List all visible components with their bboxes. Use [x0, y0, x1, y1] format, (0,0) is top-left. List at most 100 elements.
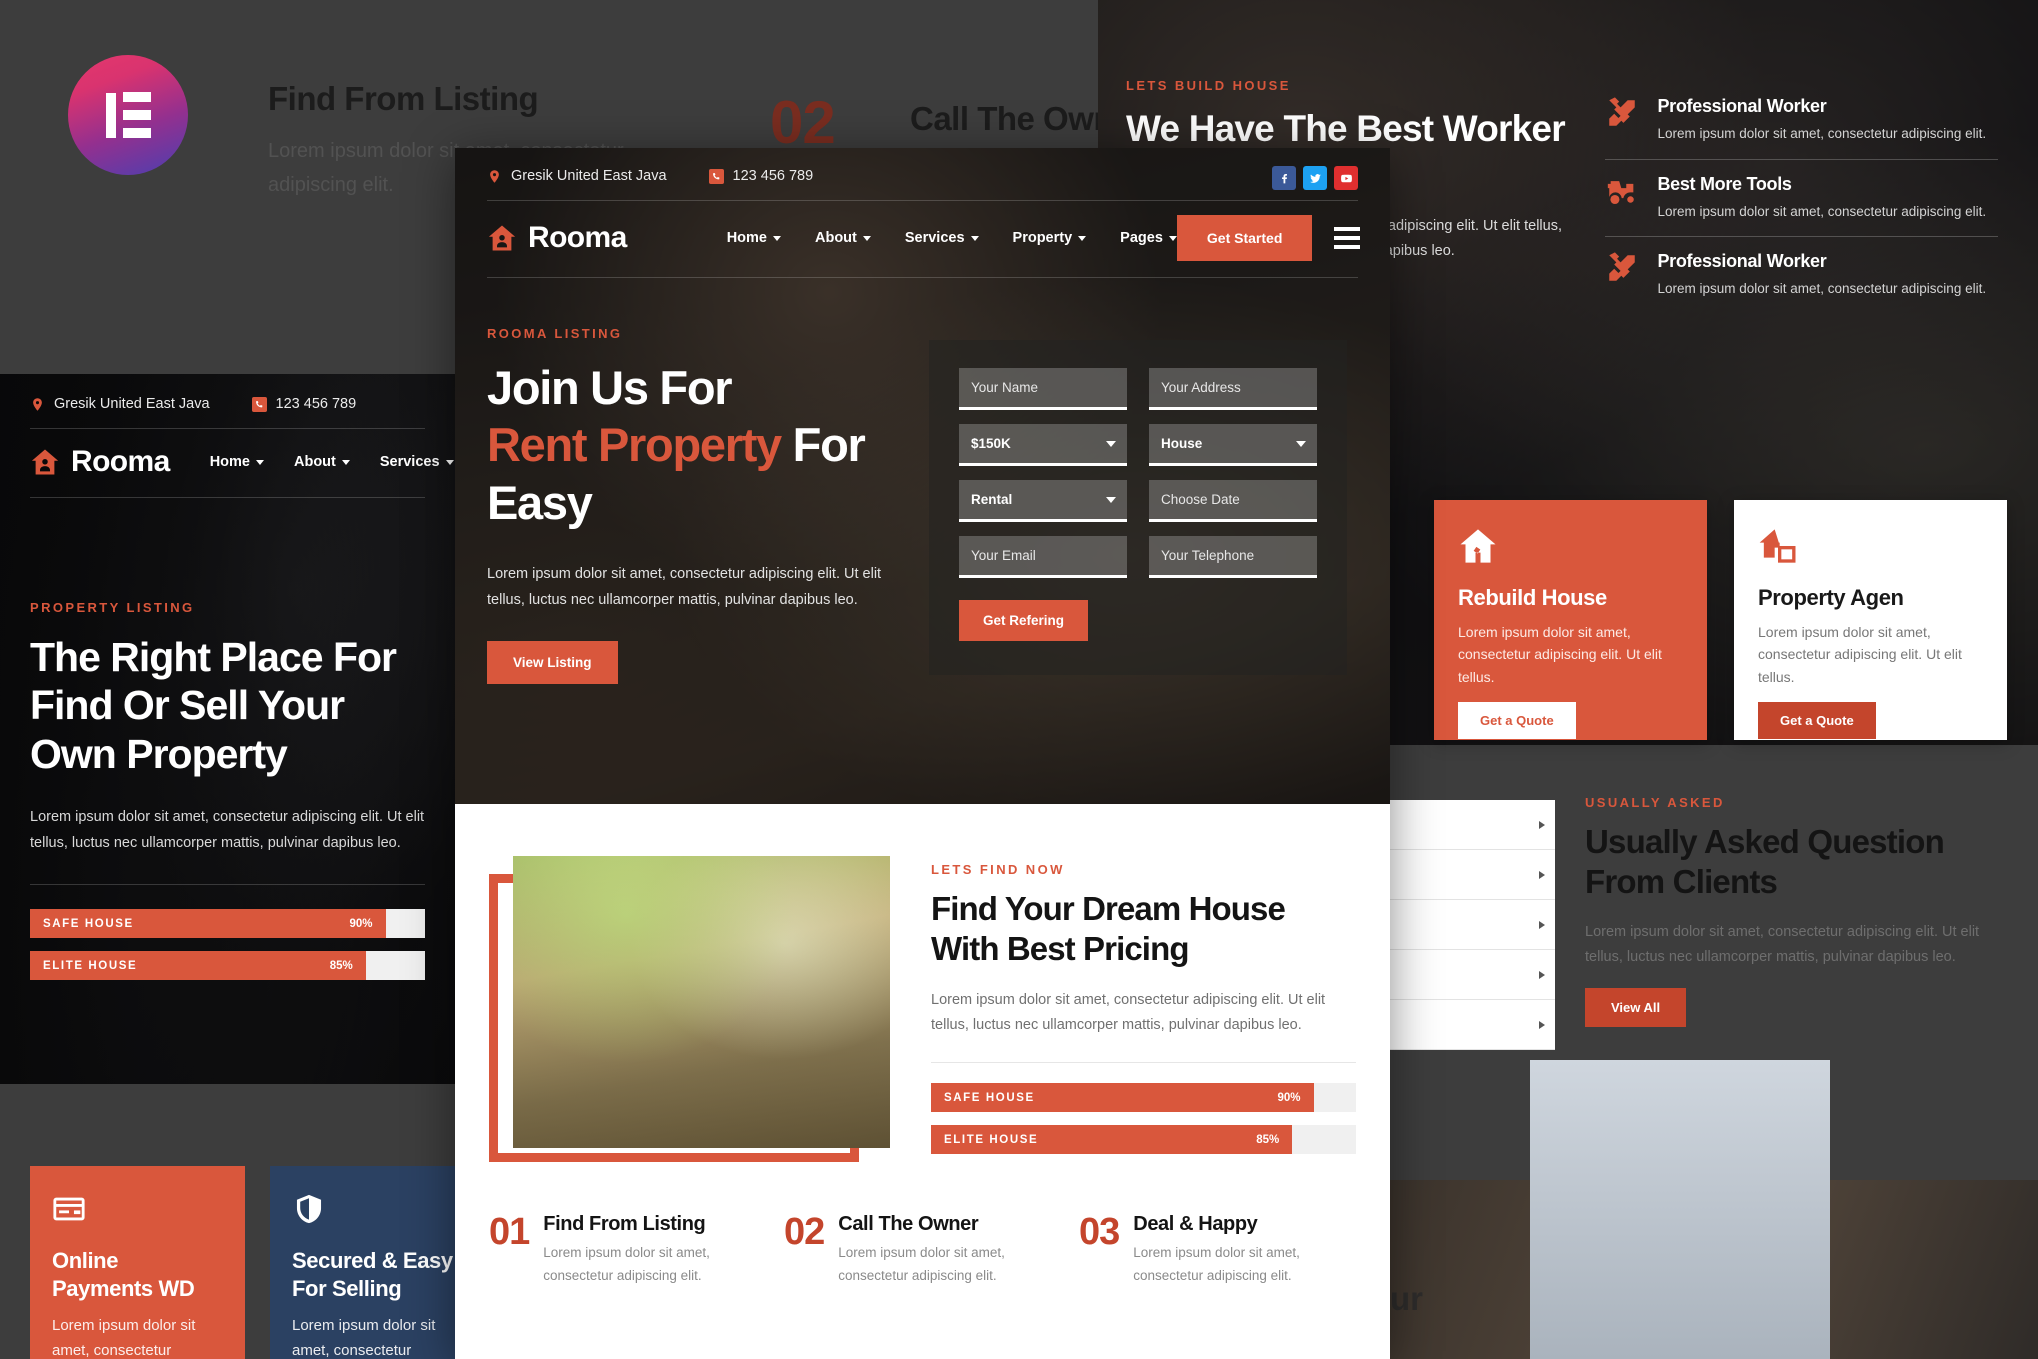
sidebar-item-services[interactable]: Services: [380, 454, 454, 470]
progress-bar-label: SAFE HOUSE: [43, 917, 134, 930]
sidebar-item-about[interactable]: About: [294, 454, 350, 470]
step-number: 03: [1079, 1211, 1120, 1254]
your-email-input[interactable]: Your Email: [959, 536, 1127, 578]
faq-row[interactable]: [1390, 800, 1555, 850]
view-all-button[interactable]: View All: [1585, 988, 1687, 1028]
form-grid: Your Name Your Address $150K House Renta…: [959, 368, 1317, 578]
quote-cards: Rebuild House Lorem ipsum dolor sit amet…: [1434, 500, 2007, 740]
center-hero-text: ROOMA LISTING Join Us For Rent Property …: [487, 326, 907, 685]
choose-date-input[interactable]: Choose Date: [1149, 480, 1317, 522]
address-item: Gresik United East Java: [487, 168, 667, 184]
property-type-select[interactable]: House: [1149, 424, 1317, 466]
twitter-icon[interactable]: [1303, 166, 1327, 190]
phone-icon: [251, 396, 267, 412]
progress-bar-fill: ELITE HOUSE 85%: [931, 1125, 1293, 1155]
tab-property[interactable]: Property: [1013, 230, 1087, 246]
faq-row[interactable]: [1390, 1000, 1555, 1050]
progress-bar: ELITE HOUSE 85%: [30, 951, 425, 981]
feature-body: Lorem ipsum dolor sit amet, consectetur …: [1657, 281, 1987, 297]
left-panel-content: Gresik United East Java 123 456 789 Room…: [0, 374, 455, 1015]
progress-bar-fill: SAFE HOUSE 90%: [30, 909, 386, 939]
youtube-icon[interactable]: [1334, 166, 1358, 190]
facebook-icon[interactable]: [1272, 166, 1296, 190]
nav-label: Property: [1012, 230, 1073, 246]
progress-bar-fill: ELITE HOUSE 85%: [30, 951, 366, 981]
price-select[interactable]: $150K: [959, 424, 1127, 466]
chevron-down-icon: [341, 459, 350, 465]
left-feature-cards: Online Payments WD Lorem ipsum dolor sit…: [30, 1166, 485, 1359]
get-started-button[interactable]: Get Started: [1176, 215, 1313, 261]
center-hero: Gresik United East Java 123 456 789 Room…: [455, 148, 1390, 804]
hamburger-menu-icon[interactable]: [1334, 227, 1361, 249]
faq-row[interactable]: [1390, 900, 1555, 950]
faq-row[interactable]: [1390, 950, 1555, 1000]
address-text: Gresik United East Java: [511, 168, 667, 184]
step-title: Deal & Happy: [1133, 1213, 1258, 1236]
house-repair-icon: [1458, 529, 1498, 570]
left-bars: SAFE HOUSE 90% ELITE HOUSE 85%: [30, 909, 425, 981]
tab-services[interactable]: Services: [905, 230, 979, 246]
brand-logo[interactable]: Rooma: [30, 445, 170, 479]
center-hero-content: ROOMA LISTING Join Us For Rent Property …: [455, 278, 1390, 685]
chevron-right-icon: [1539, 870, 1545, 879]
social-links: [1272, 166, 1358, 190]
bottom-right-text: ur: [1390, 1280, 1423, 1317]
coins-and-house-photo: [513, 856, 890, 1148]
section-paragraph: Lorem ipsum dolor sit amet, consectetur …: [931, 991, 1326, 1033]
progress-bar-label: SAFE HOUSE: [944, 1091, 1035, 1104]
feature-item: Professional Worker Lorem ipsum dolor si…: [1605, 82, 1998, 159]
step-item: 01 Find From Listing Lorem ipsum dolor s…: [489, 1213, 766, 1288]
screenshot-stage: Find From Listing Lorem ipsum dolor sit …: [0, 0, 2038, 1359]
hero-title-accent: Rent Property: [487, 418, 782, 472]
progress-bar-percent: 90%: [349, 917, 373, 930]
card-title: Secured & Easy For Selling: [292, 1248, 453, 1301]
house-agent-icon: [1758, 529, 1798, 570]
tools-icon: [1605, 96, 1639, 130]
elementor-logo-icon: [68, 55, 188, 175]
agent-portrait-photo: [1530, 1060, 1830, 1359]
step-number: 02: [784, 1211, 825, 1254]
right-panel-feature-list: Professional Worker Lorem ipsum dolor si…: [1605, 78, 1998, 377]
section-heading: Find Your Dream House With Best Pricing: [931, 890, 1286, 968]
progress-bar-percent: 90%: [1277, 1091, 1301, 1104]
shield-icon: [292, 1194, 326, 1230]
left-heading: The Right Place For Find Or Sell Your Ow…: [30, 634, 397, 777]
tractor-icon: [1605, 174, 1639, 208]
tab-home[interactable]: Home: [727, 230, 781, 246]
view-listing-button[interactable]: View Listing: [487, 641, 618, 685]
get-refering-button[interactable]: Get Refering: [959, 600, 1089, 641]
get-a-quote-button[interactable]: Get a Quote: [1758, 702, 1876, 740]
tab-pages[interactable]: Pages: [1120, 230, 1177, 246]
chevron-down-icon: [255, 459, 264, 465]
backdrop-step-2-num: 02: [770, 88, 836, 157]
your-telephone-input[interactable]: Your Telephone: [1149, 536, 1317, 578]
faq-row[interactable]: [1390, 850, 1555, 900]
card-body: Lorem ipsum dolor sit amet, consectetur …: [292, 1317, 436, 1359]
step-number: 01: [489, 1211, 530, 1254]
chevron-right-icon: [1539, 820, 1545, 829]
hero-title-line3: Easy: [487, 475, 593, 529]
get-a-quote-button[interactable]: Get a Quote: [1458, 702, 1576, 740]
nav-label: Pages: [1120, 230, 1163, 246]
deal-type-select[interactable]: Rental: [959, 480, 1127, 522]
center-nav-links: Home About Services Property Pages: [727, 230, 1177, 246]
your-name-input[interactable]: Your Name: [959, 368, 1127, 410]
sidebar-item-home[interactable]: Home: [210, 454, 264, 470]
left-topbar: Gresik United East Java 123 456 789: [30, 396, 425, 428]
brand-name: Rooma: [528, 221, 627, 254]
your-address-input[interactable]: Your Address: [1149, 368, 1317, 410]
divider: [931, 1062, 1356, 1064]
chevron-down-icon: [445, 459, 454, 465]
divider: [30, 884, 425, 886]
step-body: Lorem ipsum dolor sit amet, consectetur …: [1133, 1245, 1300, 1284]
step-item: 03 Deal & Happy Lorem ipsum dolor sit am…: [1079, 1213, 1356, 1288]
chevron-down-icon: [772, 235, 781, 241]
center-nav: Rooma Home About Services Property Pages…: [455, 200, 1390, 278]
faq-paragraph: Lorem ipsum dolor sit amet, consectetur …: [1585, 923, 1980, 965]
tools-icon: [1605, 251, 1639, 285]
address-text: Gresik United East Java: [54, 396, 210, 412]
step-body: Lorem ipsum dolor sit amet, consectetur …: [838, 1245, 1005, 1284]
tab-about[interactable]: About: [815, 230, 871, 246]
map-pin-icon: [33, 397, 42, 411]
brand-logo[interactable]: Rooma: [487, 221, 627, 255]
